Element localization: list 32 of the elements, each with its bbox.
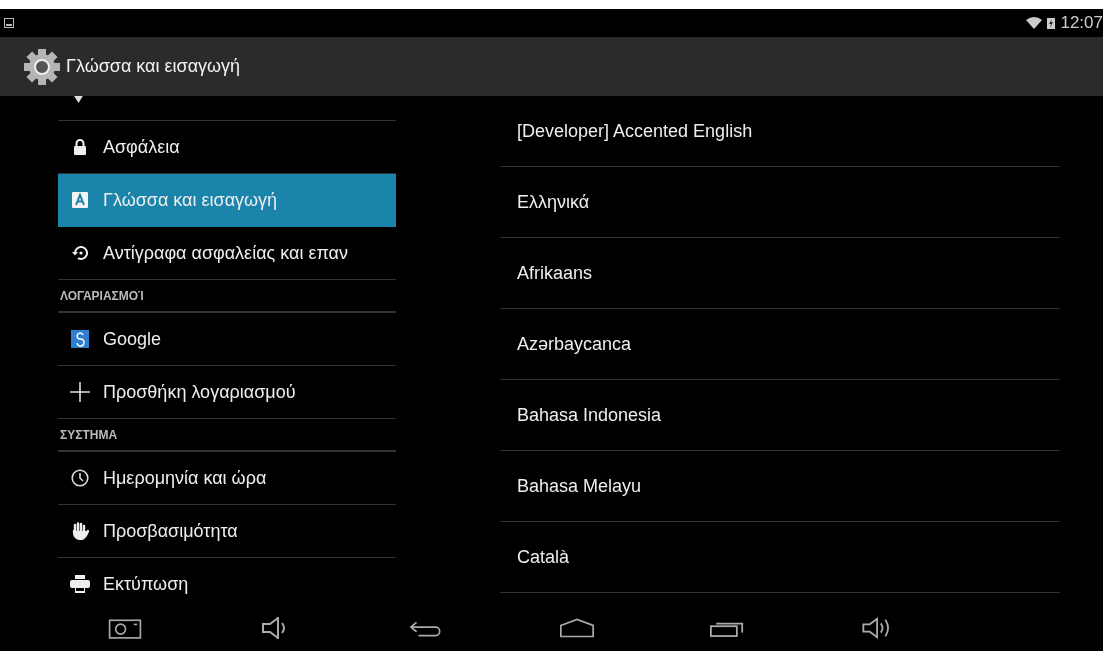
settings-item[interactable]: Google: [58, 313, 396, 366]
settings-item[interactable]: Εκτύπωση: [58, 558, 396, 605]
section-header: ΛΟΓΑΡΙΑΣΜΟΊ: [60, 288, 144, 303]
printer-icon: [70, 575, 90, 593]
battery-charging-icon: [1047, 17, 1056, 29]
language-item[interactable]: Català: [500, 522, 1060, 593]
settings-item[interactable]: Προσθήκη λογαριασμού: [58, 366, 396, 419]
picture-icon: [4, 18, 14, 28]
gear-icon[interactable]: [22, 46, 62, 87]
settings-item[interactable]: Αντίγραφα ασφαλείας και επαν: [58, 227, 396, 280]
clock-time: 12:07: [1060, 13, 1103, 33]
language-item[interactable]: Azərbaycanca: [500, 309, 1060, 380]
triangle-icon: [74, 96, 83, 103]
hand-icon: [71, 522, 89, 540]
lock-icon: [73, 139, 87, 155]
home-icon[interactable]: [559, 617, 594, 639]
settings-item[interactable]: Γλώσσα και εισαγωγή: [58, 174, 396, 227]
letter-a-icon: [72, 192, 88, 208]
camera-icon[interactable]: [108, 617, 143, 639]
wifi-icon: [1026, 17, 1043, 29]
section-header: ΣΥΣΤΗΜΑ: [60, 427, 118, 442]
screen-title: Γλώσσα και εισαγωγή: [66, 56, 241, 77]
settings-item[interactable]: Προσβασιμότητα: [58, 505, 396, 558]
language-item[interactable]: [Developer] Accented English: [500, 96, 1060, 167]
clock-icon: [71, 469, 89, 487]
language-item[interactable]: Afrikaans: [500, 238, 1060, 309]
settings-item[interactable]: Ημερομηνία και ώρα: [58, 452, 396, 505]
language-item[interactable]: Ελληνικά: [500, 167, 1060, 238]
plus-icon: [70, 382, 90, 402]
language-item[interactable]: Bahasa Indonesia: [500, 380, 1060, 451]
language-item[interactable]: Bahasa Melayu: [500, 451, 1060, 522]
restore-icon: [71, 245, 89, 261]
